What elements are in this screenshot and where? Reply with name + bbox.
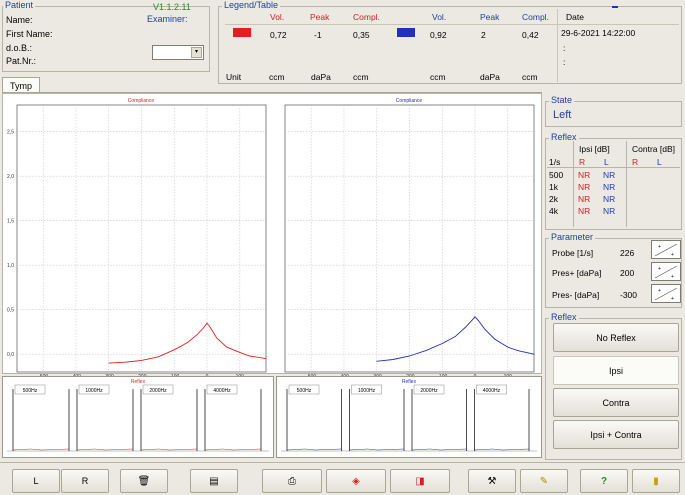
print-button[interactable]: ⎙ — [262, 469, 322, 493]
help-icon: ? — [600, 475, 608, 487]
left-freq-label: 1000Hz — [85, 388, 103, 394]
pencil-icon: ✎ — [539, 475, 549, 487]
reflex-table-vline-2 — [626, 141, 627, 227]
export-button[interactable]: ▤ — [190, 469, 238, 493]
exit-door-icon: ▮ — [653, 475, 659, 487]
ipsi-contra-button[interactable]: Ipsi + Contra — [553, 420, 679, 449]
load-icon: ◈ — [352, 475, 360, 487]
tools-icon: ⚒ — [487, 475, 497, 487]
reflex-col-contra-l: L — [657, 157, 662, 167]
reflex-contra-header: Contra [dB] — [632, 144, 675, 154]
reflex-ipsi-header: Ipsi [dB] — [579, 144, 610, 154]
trash-icon: 🗑 — [137, 475, 151, 487]
right-reflex-trace — [411, 448, 467, 451]
reflex-buttons-title: Reflex — [549, 312, 579, 322]
param-presminus-label: Pres- [daPa] — [552, 290, 600, 300]
svg-text:+: + — [671, 296, 674, 302]
presplus-curve-icon[interactable]: + + — [651, 262, 681, 281]
left-ear-button[interactable]: L — [12, 469, 60, 493]
reflex-row-4k-r: NR — [578, 206, 591, 216]
svg-text:+: + — [658, 288, 661, 294]
reflex-row-1k-r: NR — [578, 182, 591, 192]
param-probe-value: 226 — [620, 248, 635, 258]
left-freq-label: 500Hz — [23, 388, 38, 394]
save-button[interactable]: ◨ — [390, 469, 450, 493]
left-reflex-trace — [204, 448, 262, 451]
svg-text:+: + — [671, 252, 674, 258]
reflex-row-2k-l: NR — [603, 194, 616, 204]
reflex-table-title: Reflex — [549, 132, 579, 142]
left-reflex-trace — [140, 448, 198, 451]
reflex-row-2k-r: NR — [578, 194, 591, 204]
param-presplus-label: Pres+ [daPa] — [552, 268, 602, 278]
exit-button[interactable]: ▮ — [632, 469, 680, 493]
settings-button[interactable]: ⚒ — [468, 469, 516, 493]
ipsi-button[interactable]: Ipsi — [553, 356, 679, 385]
load-button[interactable]: ◈ — [326, 469, 386, 493]
reflex-row-500-r: NR — [578, 170, 591, 180]
param-presminus-value: -300 — [620, 290, 638, 300]
left-freq-label: 2000Hz — [149, 388, 167, 394]
param-presplus-value: 200 — [620, 268, 635, 278]
reflex-table-vline-1 — [573, 141, 574, 227]
reflex-row-2k-freq: 2k — [549, 194, 558, 204]
reflex-col-freq: 1/s — [549, 157, 561, 167]
reflex-row-4k-l: NR — [603, 206, 616, 216]
right-reflex-trace — [474, 448, 530, 451]
reflex-row-4k-freq: 4k — [549, 206, 558, 216]
state-title: State — [549, 95, 575, 105]
save-icon: ◨ — [415, 475, 425, 487]
reflex-table-hline — [547, 167, 680, 168]
state-value: Left — [553, 109, 572, 121]
right-freq-label: 1000Hz — [358, 388, 376, 394]
right-ear-button[interactable]: R — [61, 469, 109, 493]
export-icon: ▤ — [209, 475, 219, 487]
no-reflex-button[interactable]: No Reflex — [553, 323, 679, 352]
left-reflex-label: Reflex — [131, 379, 146, 385]
right-reflex-trace — [349, 448, 405, 451]
toolbar-divider — [0, 462, 685, 463]
right-freq-label: 4000Hz — [483, 388, 501, 394]
param-probe-label: Probe [1/s] — [552, 248, 594, 258]
reflex-row-500-l: NR — [603, 170, 616, 180]
presminus-curve-icon[interactable]: + + — [651, 284, 681, 303]
contra-button[interactable]: Contra — [553, 388, 679, 417]
reflex-row-1k-freq: 1k — [549, 182, 558, 192]
probe-curve-icon[interactable]: + + — [651, 240, 681, 259]
reflex-row-500-freq: 500 — [549, 170, 564, 180]
left-freq-label: 4000Hz — [213, 388, 231, 394]
svg-text:+: + — [658, 244, 661, 250]
right-reflex-trace — [286, 448, 342, 451]
reflex-col-ipsi-l: L — [604, 157, 609, 167]
reflex-col-contra-r: R — [632, 157, 639, 167]
reflex-col-ipsi-r: R — [579, 157, 586, 167]
reflex-row-1k-l: NR — [603, 182, 616, 192]
left-reflex-trace — [76, 448, 134, 451]
edit-button[interactable]: ✎ — [520, 469, 568, 493]
printer-icon: ⎙ — [288, 475, 296, 487]
parameter-title: Parameter — [549, 232, 596, 242]
svg-text:+: + — [671, 274, 674, 280]
trash-button[interactable]: 🗑 — [120, 469, 168, 493]
right-freq-label: 500Hz — [297, 388, 312, 394]
svg-text:+: + — [658, 266, 661, 272]
right-freq-label: 2000Hz — [420, 388, 438, 394]
right-reflex-label: Reflex — [402, 379, 417, 385]
help-button[interactable]: ? — [580, 469, 628, 493]
left-reflex-trace — [12, 448, 70, 451]
